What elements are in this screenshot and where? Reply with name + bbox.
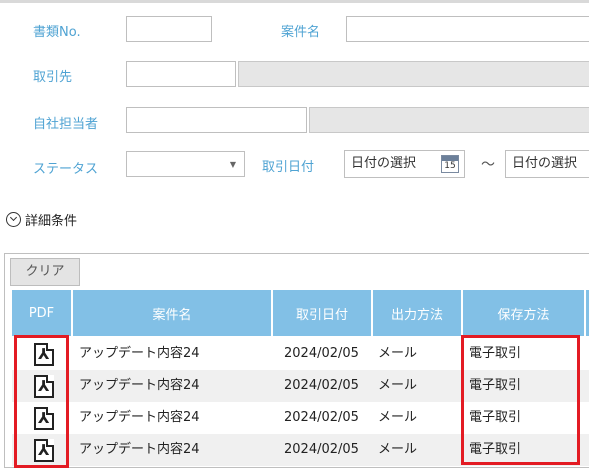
row-trade-date: 2024/02/05 bbox=[284, 378, 359, 393]
row-trade-date: 2024/02/05 bbox=[284, 346, 359, 361]
column-header-pdf[interactable]: PDF bbox=[12, 290, 71, 336]
case-name-input[interactable] bbox=[346, 16, 589, 42]
row-output-method: メール bbox=[378, 346, 418, 361]
column-header-storage-method[interactable]: 保存方法 bbox=[461, 290, 584, 336]
date-to-input[interactable]: 日付の選択 bbox=[505, 150, 589, 178]
detail-conditions-toggle[interactable]: 詳細条件 bbox=[6, 210, 77, 229]
row-case-name: アップデート内容24 bbox=[79, 410, 200, 425]
doc-no-input[interactable] bbox=[126, 16, 212, 42]
client-label: 取引先 bbox=[33, 70, 73, 85]
own-person-code-input[interactable] bbox=[126, 107, 307, 133]
column-header-case-name[interactable]: 案件名 bbox=[71, 290, 271, 336]
column-header-output-method[interactable]: 出力方法 bbox=[371, 290, 461, 336]
date-to-placeholder: 日付の選択 bbox=[512, 156, 578, 171]
chevron-down-icon: ▼ bbox=[229, 160, 236, 169]
pdf-column-highlight bbox=[14, 335, 69, 468]
row-case-name: アップデート内容24 bbox=[79, 378, 200, 393]
doc-no-label: 書類No. bbox=[33, 25, 81, 40]
top-divider bbox=[0, 0, 589, 3]
trade-date-label: 取引日付 bbox=[262, 160, 315, 175]
row-output-method: メール bbox=[378, 442, 418, 457]
date-from-input[interactable]: 日付の選択 15 bbox=[344, 150, 465, 178]
own-person-name-display bbox=[309, 107, 589, 133]
row-trade-date: 2024/02/05 bbox=[284, 442, 359, 457]
detail-conditions-label: 詳細条件 bbox=[25, 214, 78, 229]
client-code-input[interactable] bbox=[126, 61, 236, 87]
status-select[interactable]: ▼ bbox=[126, 151, 245, 177]
client-name-display bbox=[238, 61, 589, 87]
row-output-method: メール bbox=[378, 410, 418, 425]
status-label: ステータス bbox=[33, 162, 99, 177]
storage-column-highlight bbox=[461, 335, 580, 465]
chevron-circle-down-icon bbox=[6, 212, 21, 227]
column-header-extra bbox=[584, 290, 589, 336]
case-name-label: 案件名 bbox=[281, 25, 321, 40]
column-header-trade-date[interactable]: 取引日付 bbox=[271, 290, 371, 336]
calendar-day: 15 bbox=[444, 161, 456, 171]
row-case-name: アップデート内容24 bbox=[79, 346, 200, 361]
range-separator: 〜 bbox=[481, 157, 495, 173]
row-case-name: アップデート内容24 bbox=[79, 442, 200, 457]
calendar-icon[interactable]: 15 bbox=[441, 155, 459, 173]
own-person-label: 自社担当者 bbox=[33, 117, 99, 132]
clear-button[interactable]: クリア bbox=[10, 258, 80, 286]
row-output-method: メール bbox=[378, 378, 418, 393]
date-from-placeholder: 日付の選択 bbox=[351, 156, 417, 171]
row-trade-date: 2024/02/05 bbox=[284, 410, 359, 425]
